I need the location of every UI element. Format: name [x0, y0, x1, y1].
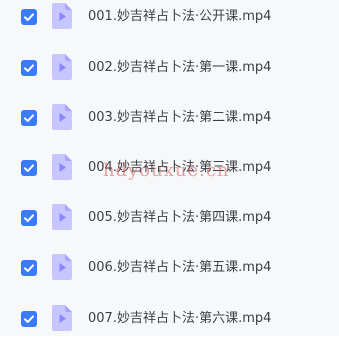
- checked-checkbox[interactable]: [21, 210, 37, 226]
- file-name[interactable]: 003.妙吉祥占卜法·第二课.mp4: [88, 109, 271, 127]
- video-file-icon: [52, 54, 72, 80]
- checked-checkbox[interactable]: [21, 60, 37, 76]
- file-name[interactable]: 006.妙吉祥占卜法·第五课.mp4: [88, 259, 271, 277]
- checked-checkbox[interactable]: [21, 110, 37, 126]
- file-row[interactable]: 004.妙吉祥占卜法·第三课.mp4: [0, 151, 339, 187]
- file-name[interactable]: 002.妙吉祥占卜法·第一课.mp4: [88, 59, 271, 77]
- video-file-icon: [52, 204, 72, 230]
- video-file-icon: [52, 3, 72, 29]
- checkmark-icon: [24, 264, 34, 272]
- video-file-icon: [52, 305, 72, 331]
- file-name[interactable]: 007.妙吉祥占卜法·第六课.mp4: [88, 310, 271, 328]
- checkmark-icon: [24, 13, 34, 21]
- checked-checkbox[interactable]: [21, 9, 37, 25]
- checkmark-icon: [24, 315, 34, 323]
- checked-checkbox[interactable]: [21, 160, 37, 176]
- video-file-icon: [52, 104, 72, 130]
- file-row[interactable]: 006.妙吉祥占卜法·第五课.mp4: [0, 251, 339, 287]
- checkmark-icon: [24, 64, 34, 72]
- checked-checkbox[interactable]: [21, 311, 37, 327]
- checkmark-icon: [24, 214, 34, 222]
- file-name[interactable]: 004.妙吉祥占卜法·第三课.mp4: [88, 159, 271, 177]
- checkmark-icon: [24, 114, 34, 122]
- checked-checkbox[interactable]: [21, 260, 37, 276]
- file-list: 001.妙吉祥占卜法·公开课.mp4 002.妙吉祥占卜法·第一课.mp4 00…: [0, 0, 339, 336]
- file-row[interactable]: 007.妙吉祥占卜法·第六课.mp4: [0, 302, 339, 338]
- file-row[interactable]: 001.妙吉祥占卜法·公开课.mp4: [0, 0, 339, 36]
- file-row[interactable]: 005.妙吉祥占卜法·第四课.mp4: [0, 201, 339, 237]
- checkmark-icon: [24, 164, 34, 172]
- video-file-icon: [52, 254, 72, 280]
- file-name[interactable]: 005.妙吉祥占卜法·第四课.mp4: [88, 209, 271, 227]
- file-row[interactable]: 002.妙吉祥占卜法·第一课.mp4: [0, 51, 339, 87]
- file-name[interactable]: 001.妙吉祥占卜法·公开课.mp4: [88, 8, 271, 26]
- video-file-icon: [52, 154, 72, 180]
- file-row[interactable]: 003.妙吉祥占卜法·第二课.mp4: [0, 101, 339, 137]
